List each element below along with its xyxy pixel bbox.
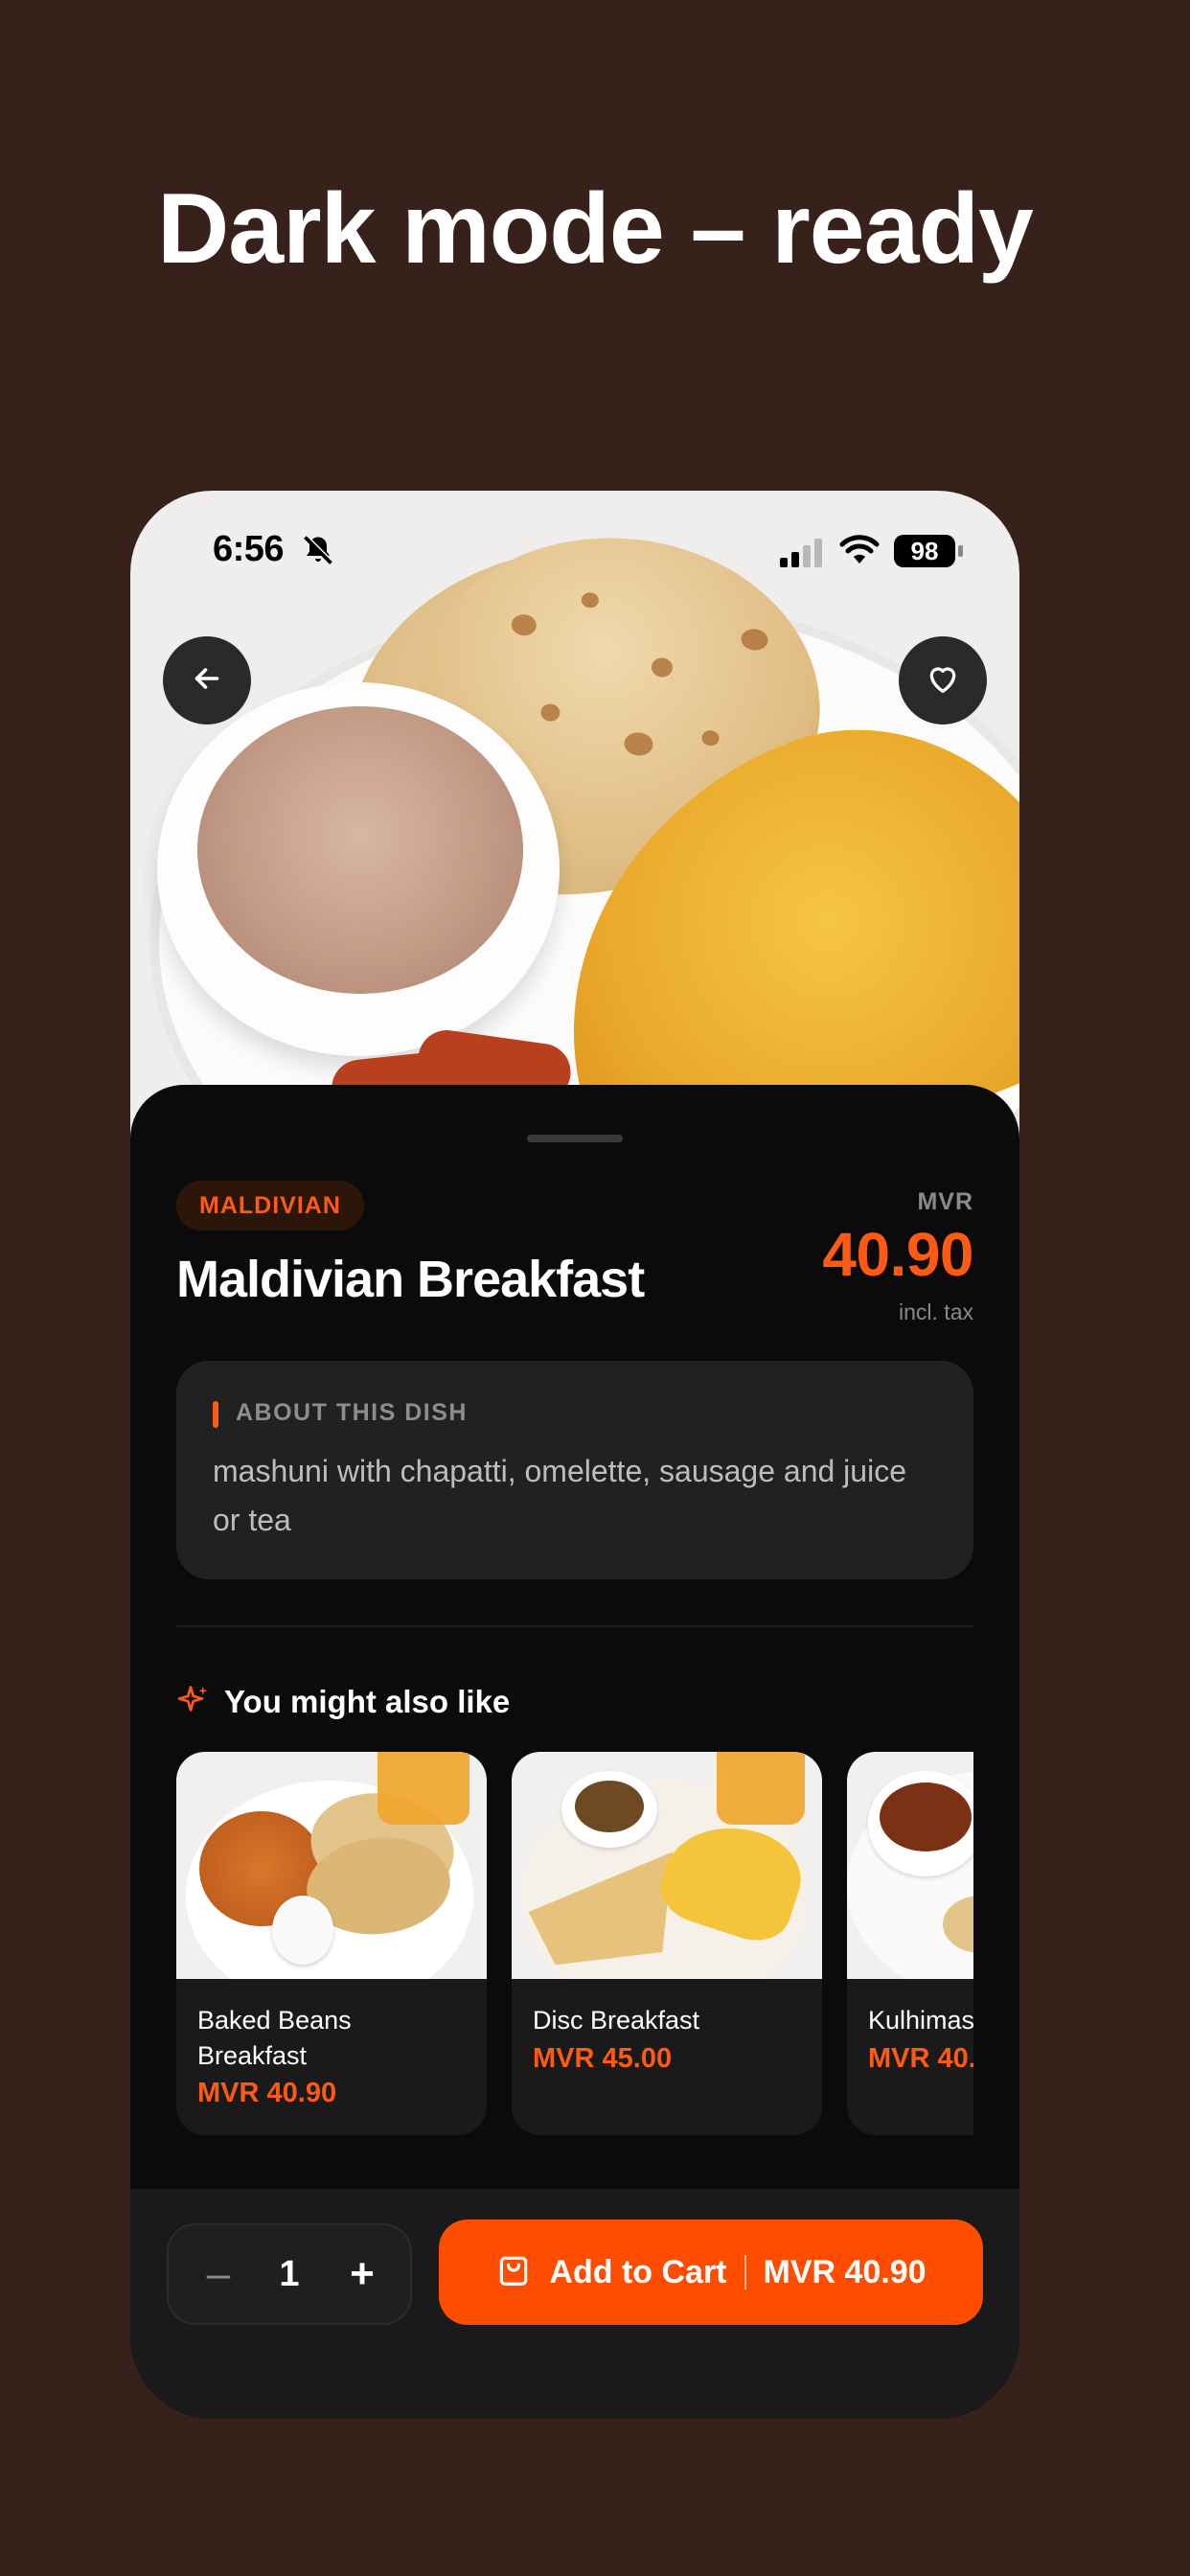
suggestion-price: MVR 45.00 xyxy=(533,2043,673,2074)
tax-note: incl. tax xyxy=(899,1300,973,1324)
add-to-cart-price: MVR 40.90 xyxy=(763,2253,927,2290)
suggestion-name: Baked Beans Breakfast xyxy=(197,2006,352,2070)
headline: Dark mode – ready xyxy=(0,163,1190,295)
suggestions-title: You might also like xyxy=(224,1684,511,1719)
suggestion-image xyxy=(847,1752,973,1979)
suggestion-image xyxy=(512,1752,822,1979)
arrow-left-icon xyxy=(190,661,224,701)
sheet-handle[interactable] xyxy=(527,1135,623,1142)
headline-text: Dark mode – ready xyxy=(157,173,1034,285)
wifi-icon xyxy=(839,535,880,570)
status-time: 6:56 xyxy=(213,529,285,569)
suggestion-name: Disc Breakfast xyxy=(533,2006,700,2035)
status-bar: 6:56 98 xyxy=(130,529,1019,596)
suggestion-card[interactable]: Kulhimas MVR 40.90 xyxy=(847,1752,973,2135)
dish-price: 40.90 xyxy=(822,1220,973,1289)
bottom-action-bar: – 1 + Add to Cart MVR 40.90 xyxy=(130,2189,1019,2419)
hero-image: 6:56 98 xyxy=(130,491,1019,1142)
about-heading: ABOUT THIS DISH xyxy=(236,1399,468,1426)
cuisine-tag: MALDIVIAN xyxy=(176,1181,364,1230)
about-text: mashuni with chapatti, omelette, sausage… xyxy=(213,1454,906,1537)
quantity-stepper: – 1 + xyxy=(167,2223,412,2325)
suggestion-card[interactable]: Disc Breakfast MVR 45.00 xyxy=(512,1752,822,2135)
shopping-bag-icon xyxy=(495,2252,532,2293)
bell-slash-icon xyxy=(301,533,339,571)
dish-title: Maldivian Breakfast xyxy=(176,1251,645,1308)
add-to-cart-label: Add to Cart xyxy=(549,2253,727,2290)
back-button[interactable] xyxy=(163,636,251,724)
add-to-cart-button[interactable]: Add to Cart MVR 40.90 xyxy=(439,2220,983,2325)
sparkle-icon xyxy=(176,1683,211,1722)
suggestion-price: MVR 40.90 xyxy=(197,2078,337,2108)
button-separator xyxy=(744,2255,746,2289)
suggestion-image xyxy=(176,1752,487,1979)
increment-button[interactable]: + xyxy=(324,2225,400,2323)
phone-frame: 6:56 98 MALDIVIAN Maldivian Breakfast MV… xyxy=(130,491,1019,2419)
suggestions-header: You might also like xyxy=(176,1679,510,1725)
suggestion-name: Kulhimas xyxy=(868,2006,973,2035)
battery-icon: 98 xyxy=(894,535,955,567)
accent-bar xyxy=(213,1401,218,1428)
suggestion-card[interactable]: Baked Beans Breakfast MVR 40.90 xyxy=(176,1752,487,2135)
suggestions-carousel[interactable]: Baked Beans Breakfast MVR 40.90 Disc Bre… xyxy=(176,1752,973,2135)
decrement-button[interactable]: – xyxy=(180,2225,257,2323)
favorite-button[interactable] xyxy=(899,636,987,724)
mashuni xyxy=(197,706,523,994)
about-card: ABOUT THIS DISH mashuni with chapatti, o… xyxy=(176,1361,973,1579)
heart-icon xyxy=(924,659,962,702)
minus-icon: – xyxy=(206,2250,231,2297)
plus-icon: + xyxy=(350,2250,375,2297)
price-currency: MVR xyxy=(917,1188,973,1215)
divider xyxy=(176,1625,973,1627)
suggestion-price: MVR 40.90 xyxy=(868,2043,973,2074)
signal-icon xyxy=(780,539,826,572)
